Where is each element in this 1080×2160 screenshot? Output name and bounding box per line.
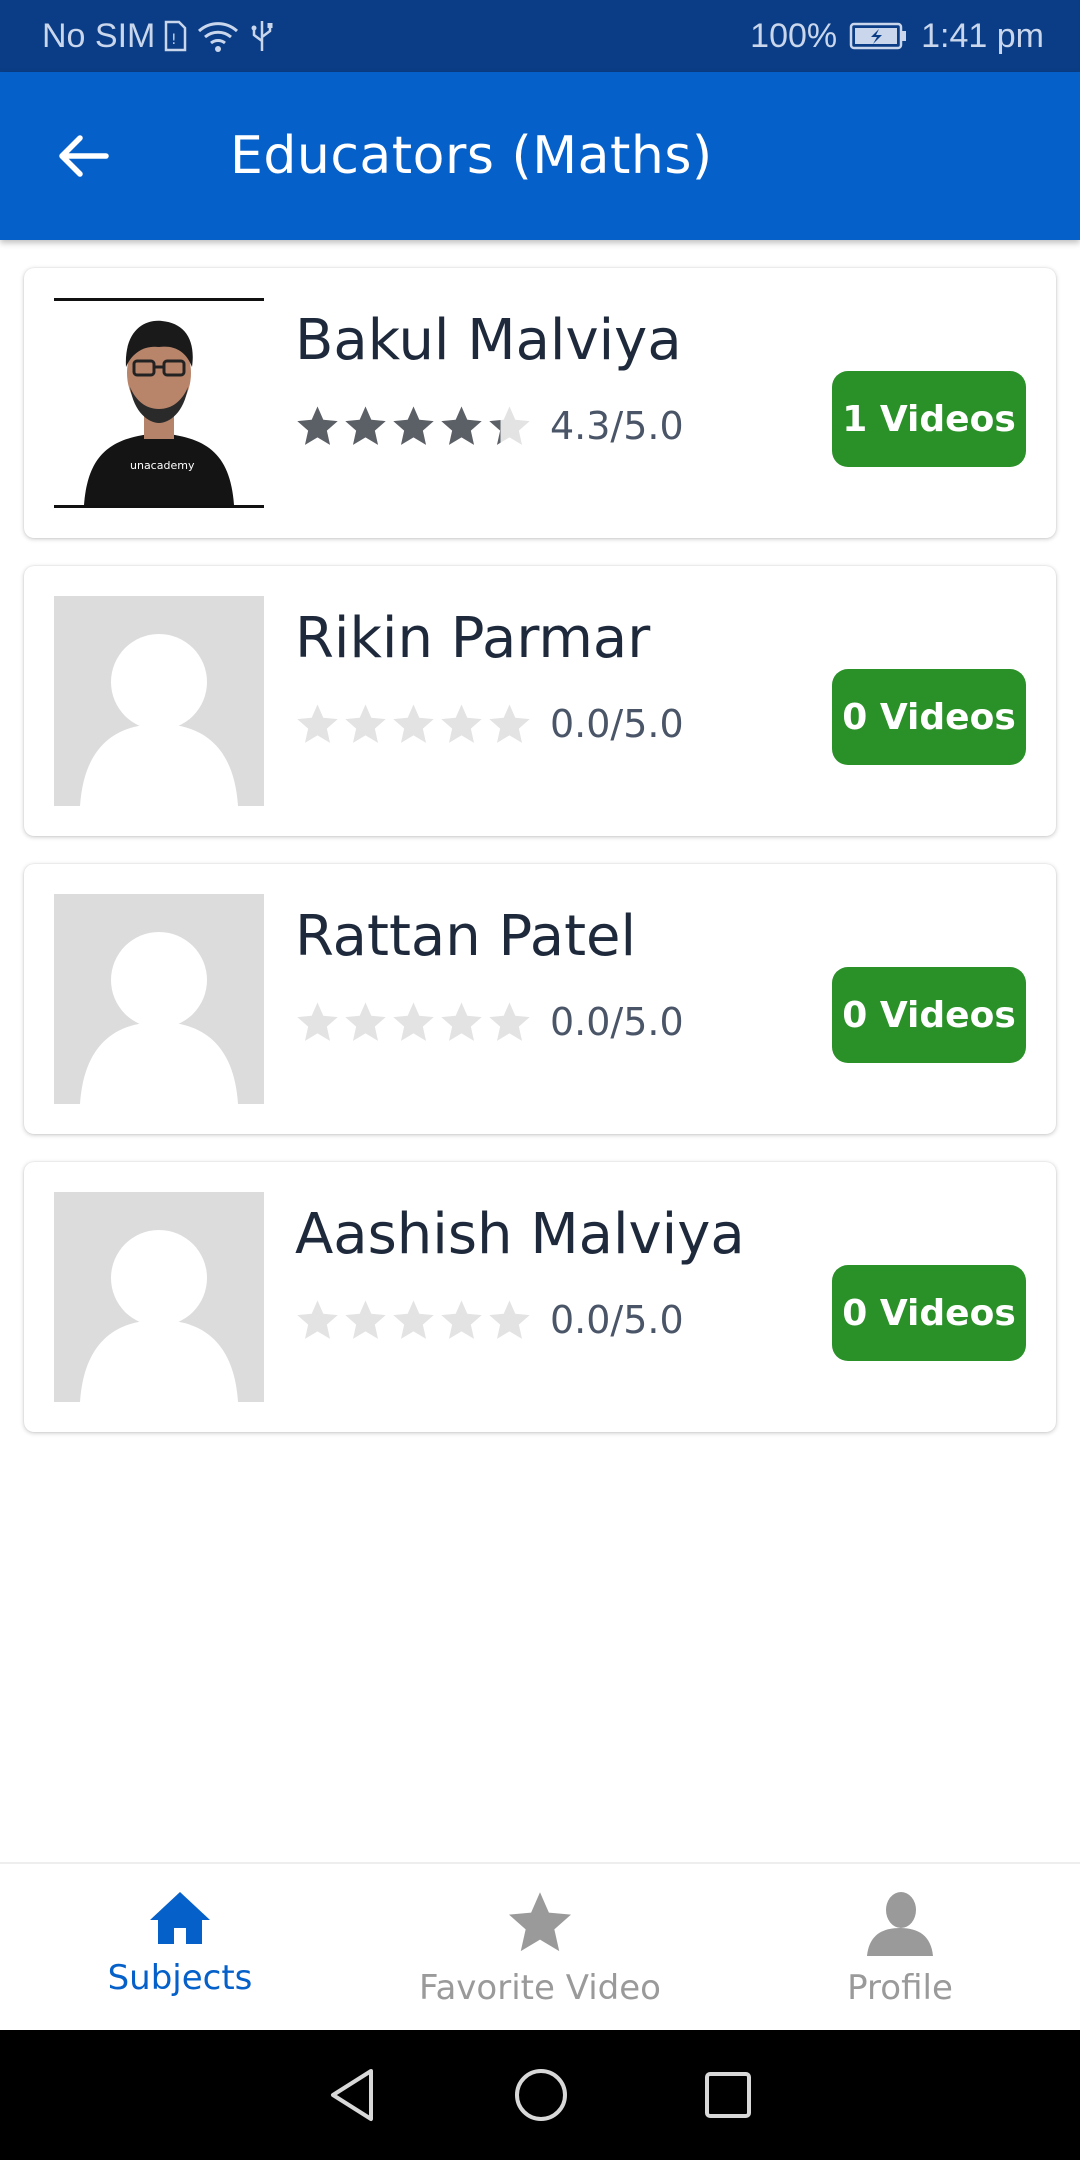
wifi-icon: [195, 19, 241, 53]
videos-button[interactable]: 1 Videos: [832, 371, 1026, 467]
shirt-logo-text: unacademy: [130, 459, 195, 472]
star-icon: [345, 703, 386, 743]
nav-label: Profile: [847, 1968, 953, 2008]
rating-row: 0.0/5.0: [295, 702, 684, 746]
rating-row: 0.0/5.0: [295, 1298, 684, 1342]
star-icon: [489, 1299, 530, 1339]
system-home-icon[interactable]: [513, 2067, 569, 2123]
avatar-placeholder: [54, 1192, 264, 1402]
avatar-placeholder: [54, 894, 264, 1104]
nav-item-profile[interactable]: Profile: [720, 1864, 1080, 2030]
system-navigation-bar: [0, 2030, 1080, 2160]
videos-button[interactable]: 0 Videos: [832, 967, 1026, 1063]
star-icon: [345, 405, 386, 445]
star-icon: [297, 703, 338, 743]
star-icon: [489, 1001, 530, 1041]
svg-text:!: !: [171, 32, 177, 48]
system-recents-icon[interactable]: [703, 2070, 753, 2120]
educator-name: Bakul Malviya: [295, 308, 682, 373]
rating-row: 4.3/5.0: [295, 404, 684, 448]
person-silhouette-icon: [80, 932, 238, 1104]
page-title: Educators (Maths): [230, 126, 713, 186]
arrow-left-icon: [59, 135, 109, 177]
bottom-navigation: Subjects Favorite Video Profile: [0, 1862, 1080, 2030]
person-icon: [867, 1892, 933, 1956]
usb-icon: [249, 19, 275, 53]
nav-label: Favorite Video: [419, 1968, 661, 2008]
star-icon: [441, 703, 482, 743]
sim-card-icon: !: [163, 20, 187, 52]
educator-card[interactable]: unacademy Bakul Malviya 4.3/5.0 1 Videos: [24, 268, 1056, 538]
star-rating: [295, 1299, 532, 1342]
educator-name: Aashish Malviya: [295, 1202, 745, 1267]
star-icon: [393, 703, 434, 743]
educator-card[interactable]: Aashish Malviya 0.0/5.0 0 Videos: [24, 1162, 1056, 1432]
avatar-placeholder: [54, 596, 264, 806]
star-icon: [441, 405, 482, 445]
educator-name: Rikin Parmar: [295, 606, 651, 671]
videos-button[interactable]: 0 Videos: [832, 669, 1026, 765]
star-icon: [441, 1299, 482, 1339]
nav-item-subjects[interactable]: Subjects: [0, 1864, 360, 2030]
rating-row: 0.0/5.0: [295, 1000, 684, 1044]
star-icon: [509, 1892, 571, 1952]
star-icon: [393, 405, 434, 445]
star-icon: [441, 1001, 482, 1041]
rating-text: 0.0/5.0: [550, 1000, 684, 1044]
rating-text: 4.3/5.0: [550, 404, 684, 448]
star-icon: [489, 703, 530, 743]
star-icon: [297, 1001, 338, 1041]
star-rating: [295, 405, 532, 448]
carrier-text: No SIM: [42, 16, 156, 55]
battery-text: 100%: [750, 16, 838, 55]
back-button[interactable]: [32, 106, 132, 206]
star-icon: [393, 1299, 434, 1339]
star-icon: [489, 405, 530, 445]
app-bar: Educators (Maths): [0, 72, 1080, 240]
person-silhouette-icon: [80, 1230, 238, 1402]
educator-card[interactable]: Rattan Patel 0.0/5.0 0 Videos: [24, 864, 1056, 1134]
star-icon: [297, 405, 338, 445]
rating-text: 0.0/5.0: [550, 1298, 684, 1342]
system-back-icon[interactable]: [327, 2067, 379, 2123]
educator-card[interactable]: Rikin Parmar 0.0/5.0 0 Videos: [24, 566, 1056, 836]
educator-name: Rattan Patel: [295, 904, 637, 969]
star-icon: [297, 1299, 338, 1339]
star-rating: [295, 1001, 532, 1044]
clock-text: 1:41 pm: [921, 16, 1044, 55]
educator-photo: unacademy: [54, 298, 264, 508]
person-silhouette-icon: [80, 634, 238, 806]
nav-item-favorite-video[interactable]: Favorite Video: [360, 1864, 720, 2030]
star-rating: [295, 703, 532, 746]
star-icon: [345, 1001, 386, 1041]
star-icon: [393, 1001, 434, 1041]
rating-text: 0.0/5.0: [550, 702, 684, 746]
star-icon: [345, 1299, 386, 1339]
nav-label: Subjects: [107, 1958, 253, 1998]
videos-button[interactable]: 0 Videos: [832, 1265, 1026, 1361]
home-icon: [150, 1892, 210, 1944]
battery-charging-icon: [849, 21, 909, 51]
status-bar: No SIM ! 100% 1:41 pm: [0, 0, 1080, 72]
